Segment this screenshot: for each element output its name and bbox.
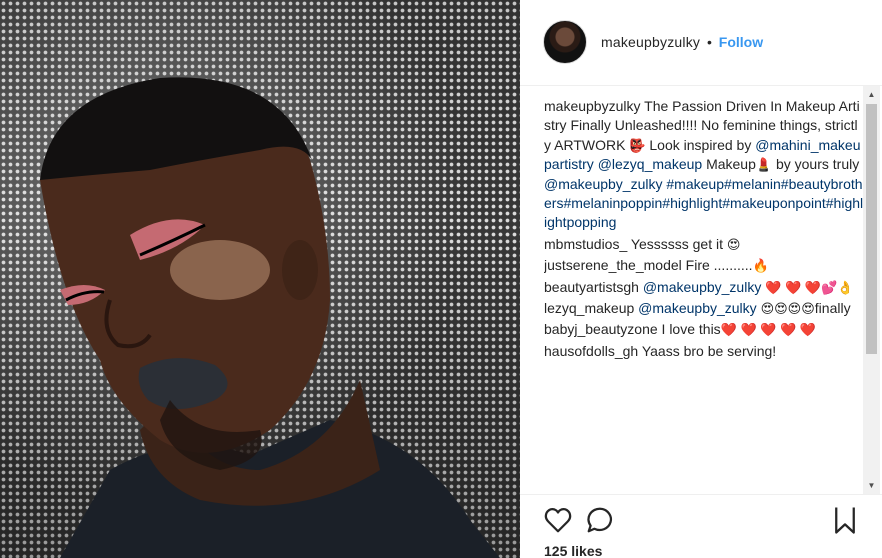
post-actions-bar: 125 likes <box>520 494 882 558</box>
comment-item: justserene_the_model Fire ..........🔥 <box>544 256 864 275</box>
scroll-down-arrow-icon[interactable]: ▼ <box>863 477 880 494</box>
caption-text-4: by yours truly <box>772 156 860 173</box>
comment-item: mbmstudios_ Yessssss get it 😍 <box>544 235 864 254</box>
caption-text-3: Makeup <box>702 156 756 173</box>
caption: makeupbyzulky The Passion Driven In Make… <box>544 97 864 233</box>
comment-emoji: 🔥 <box>752 258 769 274</box>
comment-username[interactable]: mbmstudios_ <box>544 236 627 252</box>
comment-username[interactable]: hausofdolls_gh <box>544 343 638 359</box>
scroll-up-arrow-icon[interactable]: ▲ <box>863 86 880 103</box>
comment-emoji: ❤️ ❤️ ❤️ ❤️ ❤️ <box>720 322 817 338</box>
caption-username[interactable]: makeupbyzulky <box>544 98 641 114</box>
portrait-illustration <box>40 77 500 558</box>
comment-item: hausofdolls_gh Yaass bro be serving! <box>544 342 864 361</box>
mention-link[interactable]: @makeupby_zulky <box>544 176 663 192</box>
author-username[interactable]: makeupbyzulky <box>601 34 700 50</box>
comment-text: Fire .......... <box>681 257 753 274</box>
comment-emoji: 😍😍😍😍 <box>760 301 815 317</box>
comment-text: I love this <box>657 321 721 338</box>
lipstick-emoji: 💄 <box>755 157 773 173</box>
mention-link[interactable]: @makeupby_zulky <box>634 300 757 316</box>
caption-text-2: Look inspired by <box>645 136 756 153</box>
comment-bubble-icon[interactable] <box>585 505 615 535</box>
comment-text: Yessssss get it <box>627 235 727 252</box>
comments-scrollbar[interactable]: ▲ ▼ <box>863 86 880 494</box>
comment-text: Yaass bro be serving! <box>638 342 777 359</box>
comment-username[interactable]: lezyq_makeup <box>544 300 634 316</box>
comment-item: babyj_beautyzone I love this❤️ ❤️ ❤️ ❤️ … <box>544 320 864 339</box>
scroll-thumb[interactable] <box>866 104 877 354</box>
comment-emoji: 😍 <box>726 236 741 252</box>
post-header: makeupbyzulky • Follow <box>520 0 882 86</box>
comment-item: lezyq_makeup @makeupby_zulky 😍😍😍😍finally <box>544 299 864 318</box>
comments-list[interactable]: makeupbyzulky The Passion Driven In Make… <box>544 97 864 493</box>
header-user-row: makeupbyzulky • Follow <box>601 34 763 50</box>
separator-dot: • <box>706 34 712 50</box>
comment-emoji: ❤️ ❤️ ❤️💕👌 <box>765 279 854 295</box>
comment-username[interactable]: justserene_the_model <box>544 257 682 273</box>
comment-item: beautyartistsgh @makeupby_zulky ❤️ ❤️ ❤️… <box>544 278 864 297</box>
mention-link[interactable]: @lezyq_makeup <box>598 156 703 172</box>
mention-link[interactable]: @makeupby_zulky <box>639 279 762 295</box>
bookmark-icon[interactable] <box>830 505 860 535</box>
heart-icon[interactable] <box>543 505 573 535</box>
post-photo[interactable] <box>0 0 520 558</box>
post-detail-panel: makeupbyzulky • Follow makeupbyzulky The… <box>520 0 882 558</box>
comment-username[interactable]: beautyartistsgh <box>544 279 639 295</box>
likes-count[interactable]: 125 likes <box>544 543 602 558</box>
comment-username[interactable]: babyj_beautyzone <box>544 321 658 337</box>
comment-text-suffix: finally <box>814 300 851 317</box>
follow-button[interactable]: Follow <box>719 34 763 50</box>
goblin-emoji: 👺 <box>629 137 646 153</box>
avatar[interactable] <box>543 20 587 64</box>
